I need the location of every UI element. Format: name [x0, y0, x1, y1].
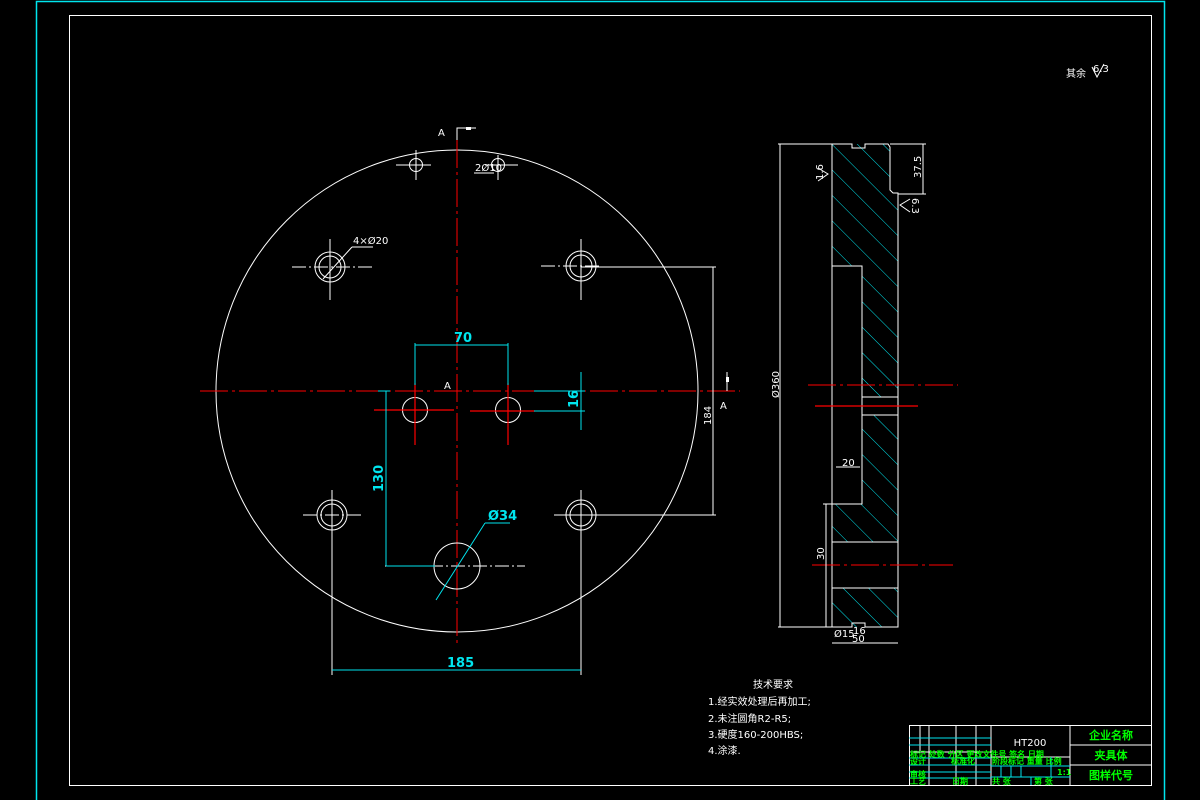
front-view: A A A 2Ø10 4×Ø20 70 16 130 185 Ø34 184 — [200, 127, 740, 675]
roughness-symbol-right-icon — [899, 198, 911, 213]
drawing-code: 图样代号 — [1089, 768, 1133, 782]
section-label-center: A — [444, 381, 451, 392]
dim-offset-label: 16 — [567, 390, 582, 408]
technical-requirements: 技术要求 1.经实效处理后再加工; 2.未注圆角R2-R5; 3.硬度160-2… — [708, 678, 811, 757]
bolt-hole-top-right — [541, 239, 716, 300]
dim-diameter-label: Ø360 — [770, 371, 782, 398]
dim-step-label: 37.5 — [913, 156, 924, 178]
cad-drawing-canvas: 其余 6.3 A A A 2Ø10 4×Ø20 70 16 130 185 Ø3… — [35, 0, 1166, 800]
tech-req-item: 4.涂漆. — [708, 744, 741, 757]
small-hole-left — [396, 150, 431, 180]
dimension-185: 185 — [332, 656, 581, 671]
inner-drawing-border — [69, 15, 1152, 786]
side-section-view: Ø360 37.5 20 30 50 Ø15 16 1.6 6.3 — [770, 143, 958, 645]
bolt-hole-bottom-left — [303, 490, 362, 675]
roughness-note-label: 其余 — [1066, 67, 1086, 80]
dim-notch-width-label: 16 — [853, 626, 866, 637]
dim-pocket-label: 20 — [842, 458, 855, 469]
general-roughness-note: 其余 6.3 — [1066, 63, 1109, 80]
bolt-holes-note: 4×Ø20 — [353, 235, 388, 247]
sheet-number: 第 张 — [1034, 776, 1054, 786]
roughness-value-label: 6.3 — [1093, 64, 1109, 75]
dim-vertical-right-label: 184 — [703, 406, 714, 425]
locating-hole-right — [470, 383, 535, 445]
sheets-total: 共 张 — [992, 776, 1012, 786]
tech-req-item: 3.硬度160-200HBS; — [708, 728, 803, 741]
scale-field: 1:1 — [1057, 768, 1072, 777]
dim-height-label: 130 — [372, 465, 387, 492]
stage-header: 阶段标记 重量 比例 — [992, 756, 1062, 766]
bolt-hole-bottom-right — [554, 490, 716, 675]
dim-lower-label: 30 — [816, 547, 827, 560]
tech-req-item: 2.未注圆角R2-R5; — [708, 712, 791, 725]
material-field: HT200 — [1014, 738, 1047, 749]
designer-label: 设计 — [910, 756, 926, 766]
tech-req-title: 技术要求 — [753, 678, 793, 691]
section-label-top: A — [438, 128, 445, 139]
dim-notch-label: Ø15 — [834, 628, 855, 640]
outer-sheet-border — [35, 0, 1166, 800]
standardization-label: 标准化 — [950, 756, 975, 766]
part-name: 夹具体 — [1095, 748, 1129, 762]
small-holes-note: 2Ø10 — [475, 162, 502, 174]
rough-right-label: 6.3 — [909, 198, 920, 214]
title-block: 标记 处数 分区 更改文件号 签名 日期 设计 标准化 审核 工艺 日期 HT2… — [909, 725, 1152, 786]
date-label: 日期 — [952, 776, 968, 786]
rough-left-label: 1.6 — [815, 164, 826, 180]
company-name: 企业名称 — [1088, 728, 1133, 742]
dim-width-label: 70 — [454, 331, 472, 346]
process-label: 工艺 — [910, 776, 926, 786]
bolt-hole-top-left — [292, 239, 373, 300]
tech-req-item: 1.经实效处理后再加工; — [708, 695, 811, 708]
dimension-70: 70 — [414, 331, 509, 385]
dim-big-hole-label: Ø34 — [488, 509, 517, 524]
dim-span-label: 185 — [447, 656, 474, 671]
dimension-16: 16 — [534, 372, 585, 430]
section-label-right: A — [720, 401, 727, 412]
